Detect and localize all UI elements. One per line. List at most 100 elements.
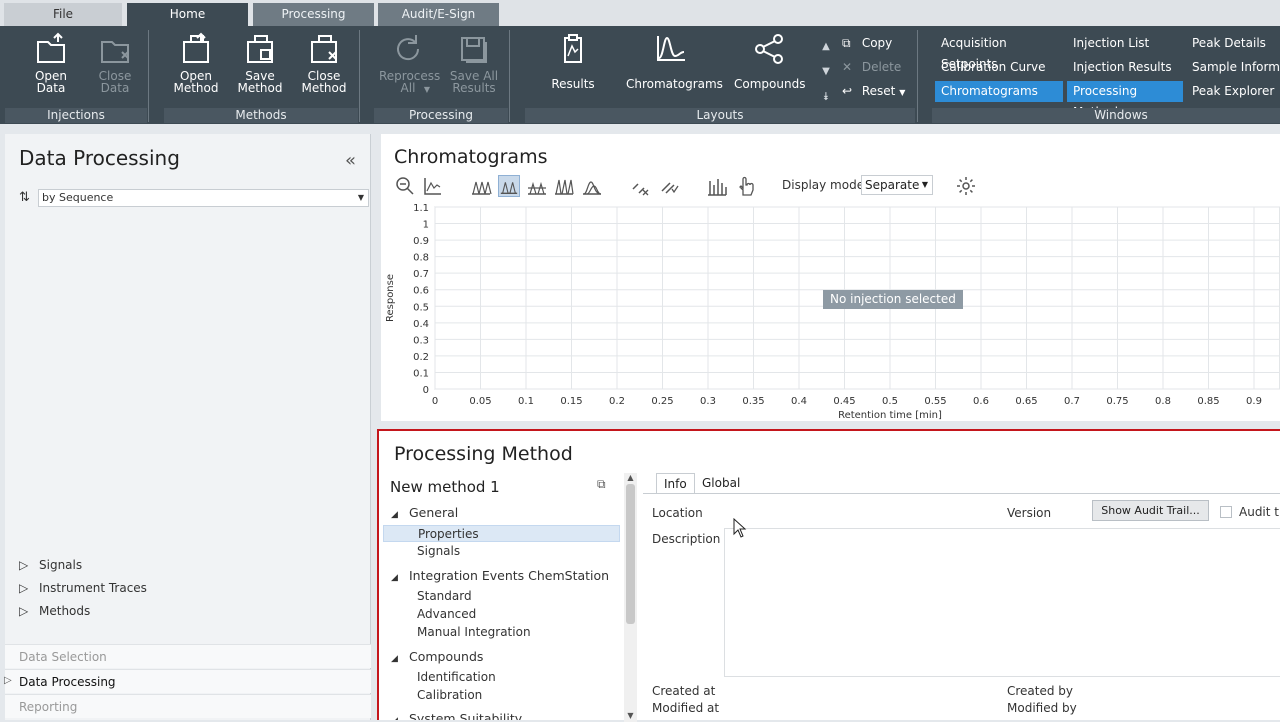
share-icon [755,34,783,64]
zoom-out-icon[interactable] [394,175,416,197]
results-button[interactable]: Results [548,32,598,90]
open-method-button[interactable]: Open Method [168,32,224,94]
window-injection-results[interactable]: Injection Results [1067,57,1180,78]
scroll-down-icon[interactable]: ▼ [624,711,637,720]
window-sample-information[interactable]: Sample Informati [1186,57,1280,78]
tree-group-compounds[interactable]: ◢ Compounds [391,648,483,665]
expand-triangle-icon: ▷ [19,581,29,595]
display-mode-select[interactable]: Separate ▼ [861,175,933,195]
reset-label: Reset [861,84,896,98]
save-all-results-button[interactable]: Save All Results [446,32,502,94]
audit-trail-checkbox[interactable] [1220,506,1232,518]
nav-reporting[interactable]: Reporting [5,694,371,718]
tree-item-advanced[interactable]: Advanced [417,606,476,623]
tree-scrollbar[interactable]: ▲ ▼ [624,473,637,722]
tree-group-general[interactable]: ◢ General [391,504,458,521]
tree-item-standard[interactable]: Standard [417,588,472,605]
tree-item-methods[interactable]: ▷ Methods [19,604,90,618]
link-icon[interactable] [658,175,680,197]
window-peak-explorer[interactable]: Peak Explorer [1186,81,1280,102]
description-label: Description [652,532,721,546]
tab-file[interactable]: File [4,3,122,26]
tree-item-label: Methods [39,604,91,618]
sort-select[interactable]: by Sequence ▼ [38,189,369,207]
compounds-button[interactable]: Compounds [734,32,805,90]
save-all-icon [461,37,487,63]
peaks-shifted-icon[interactable] [553,175,575,197]
tree-item-manual-integration[interactable]: Manual Integration [417,624,531,641]
scroll-up-icon[interactable]: ▲ [624,473,637,482]
tree-item-calibration[interactable]: Calibration [417,687,482,704]
expand-icon[interactable]: ⯯ [820,84,832,109]
y-tick-label: 0.1 [413,368,429,379]
reprocess-all-button[interactable]: Reprocess All ▼ [376,32,440,96]
window-chromatograms[interactable]: Chromatograms [935,81,1063,102]
sort-icon[interactable]: ⇅ [19,190,30,205]
chevron-down-icon: ▼ [423,85,431,94]
window-injection-list[interactable]: Injection List [1067,33,1180,54]
x-tick-label: 0 [432,396,438,407]
tab-info[interactable]: Info [656,473,695,494]
collapse-double-chevron-icon[interactable]: « [345,150,356,171]
peaks-offset-icon[interactable] [581,175,603,197]
window-calibration-curve[interactable]: Calibration Curve [935,57,1060,78]
tree-item-signals[interactable]: Signals [417,543,460,560]
close-data-button[interactable]: Close Data [88,32,142,94]
hand-pointer-icon[interactable] [735,175,757,197]
save-method-button[interactable]: Save Method [232,32,288,94]
collapse-triangle-icon: ◢ [391,713,409,720]
scroll-down-icon[interactable]: ▼ [820,59,832,84]
nav-data-selection[interactable]: Data Selection [5,644,371,668]
close-method-button[interactable]: Close Method [296,32,352,94]
x-tick-label: 0.65 [1015,396,1037,407]
y-tick-label: 0.9 [413,236,429,247]
gear-icon[interactable] [955,175,977,197]
tree-group-system-suitability[interactable]: ◢System Suitability [391,710,522,720]
chromatograms-button[interactable]: Chromatograms [626,32,723,90]
delete-label: Delete [861,60,902,74]
delete-button[interactable]: ✕ Delete [842,57,901,77]
results-icon [564,34,582,63]
detach-window-icon[interactable]: ⧉ [597,477,606,492]
nav-data-processing[interactable]: Data Processing [5,669,371,693]
window-processing-method[interactable]: Processing Method [1067,81,1183,119]
tree-group-label: General [409,505,459,520]
copy-button[interactable]: ⧉ Copy [842,33,892,53]
tree-item-identification[interactable]: Identification [417,669,496,686]
peaks-separate-icon[interactable] [498,175,520,197]
reset-button[interactable]: ↩ Reset ▼ [842,81,905,101]
tree-item-signals[interactable]: ▷ Signals [19,558,82,572]
x-tick-label: 0.75 [1106,396,1128,407]
collapse-triangle-icon: ◢ [391,654,398,664]
tree-group-label: Integration Events ChemStation [409,568,610,583]
chromatogram-chart[interactable]: 0 0.05 0.1 0.15 0.2 0.25 0.3 0.35 0.4 0.45 0.5 0.55… [381,198,1280,421]
open-data-button[interactable]: Open Data [24,32,78,94]
show-audit-trail-button[interactable]: Show Audit Trail... [1092,500,1209,521]
scroll-up-icon[interactable]: ▲ [820,34,832,59]
tree-group-integration-events[interactable]: ◢ Integration Events ChemStation [391,567,609,584]
tab-audit-esign[interactable]: Audit/E-Sign [378,3,499,26]
save-method-icon [247,35,273,63]
window-peak-details[interactable]: Peak Details [1186,33,1280,54]
peaks-overlay-icon[interactable] [470,175,492,197]
window-acquisition-setpoints[interactable]: Acquisition Setpoints [935,33,1060,71]
description-textarea[interactable] [724,528,1280,677]
sort-select-value: by Sequence [42,191,114,204]
scrollbar-thumb[interactable] [626,484,635,624]
bar-chart-icon[interactable] [706,175,728,197]
separator [509,30,510,122]
tree-item-properties[interactable]: Properties [383,525,620,542]
tab-global[interactable]: Global [695,473,747,494]
peaks-stacked-icon[interactable] [526,175,548,197]
layout-scroll[interactable]: ▲ ▼ ⯯ [820,34,832,109]
x-tick-label: 0.45 [833,396,855,407]
location-label: Location [652,506,703,520]
audit-trail-label: Audit tr [1239,505,1280,519]
autoscale-icon[interactable] [422,175,444,197]
separator [917,30,918,122]
group-layouts-label: Layouts [525,108,915,123]
tab-home[interactable]: Home [127,3,248,26]
tab-processing[interactable]: Processing [253,3,374,26]
tree-item-instrument-traces[interactable]: ▷ Instrument Traces [19,581,147,595]
unlink-icon[interactable] [629,175,651,197]
